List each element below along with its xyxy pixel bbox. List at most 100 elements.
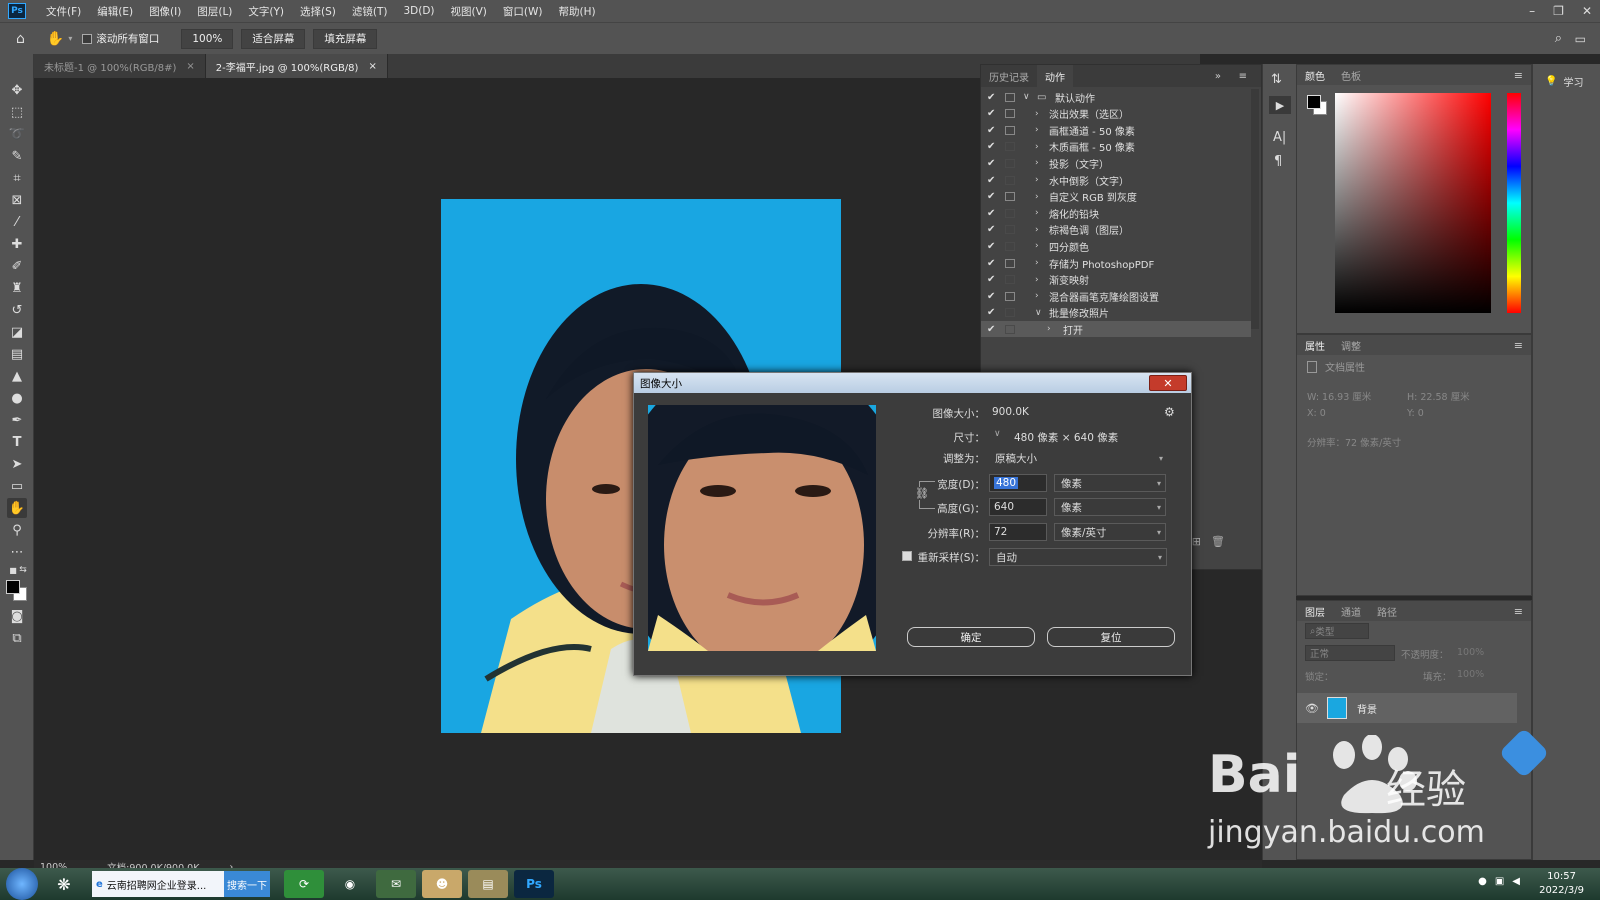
learn-button[interactable]: 💡 学习 [1545,74,1583,89]
action-row[interactable]: ✔ › 打开 [981,321,1251,338]
frame-tool-icon[interactable]: ⊠ [7,190,27,210]
tab-close-icon[interactable]: × [186,61,194,72]
gradient-tool-icon[interactable]: ▤ [7,344,27,364]
tab-adjustments[interactable]: 调整 [1333,338,1369,353]
foreground-color-swatch[interactable] [6,580,20,594]
crop-tool-icon[interactable]: ⌗ [7,168,27,188]
panel-collapse-icon[interactable]: » [1215,71,1221,82]
close-window-icon[interactable]: ✕ [1582,4,1592,18]
panel-menu-icon[interactable]: ≡ [1514,69,1523,82]
search-button[interactable]: 搜索一下 [224,871,270,897]
menu-type[interactable]: 文字(Y) [240,4,292,19]
chevron-right-icon[interactable]: › [1035,192,1039,202]
type-tool-icon[interactable]: T [7,432,27,452]
dialog-toggle-icon[interactable] [1005,291,1015,301]
play-panel-icon[interactable]: ▶ [1269,96,1291,114]
action-enabled-check-icon[interactable]: ✔ [987,191,995,202]
menu-help[interactable]: 帮助(H) [551,4,604,19]
tab-layers[interactable]: 图层 [1297,604,1333,619]
dimensions-chevron-icon[interactable]: ∨ [994,429,1001,439]
action-enabled-check-icon[interactable]: ✔ [987,324,995,335]
photoshop-taskbar-icon[interactable]: Ps [514,870,554,898]
dialog-toggle-icon[interactable] [1005,125,1015,135]
resolution-unit-select[interactable]: 像素/英寸 ▾ [1054,523,1166,541]
chevron-right-icon[interactable]: › [1035,109,1039,119]
menu-filter[interactable]: 滤镜(T) [344,4,396,19]
menu-3d[interactable]: 3D(D) [395,5,442,17]
eye-icon[interactable]: 👁 [1305,702,1319,715]
layer-filter-select[interactable]: ⌕ 类型 [1305,623,1369,639]
action-row[interactable]: ✔ › 木质画框 - 50 像素 [981,139,1251,155]
restore-icon[interactable]: ❐ [1553,4,1564,18]
action-row[interactable]: ✔ ∨ ▭ 默认动作 [981,89,1251,105]
tab-li-fuping[interactable]: 2-李福平.jpg @ 100%(RGB/8) × [205,54,388,78]
chevron-right-icon[interactable]: › [1035,158,1039,168]
wechat-tray-icon[interactable]: ● [1478,876,1487,887]
volume-tray-icon[interactable]: ◀ [1512,876,1520,887]
dialog-toggle-icon[interactable] [1005,241,1015,251]
more-tools-icon[interactable]: ⋯ [7,542,27,562]
dialog-toggle-icon[interactable] [1005,208,1015,218]
width-unit-select[interactable]: 像素 ▾ [1054,474,1166,492]
dialog-toggle-icon[interactable] [1005,142,1015,152]
eyedropper-tool-icon[interactable]: ⁄ [7,212,27,232]
dialog-toggle-icon[interactable] [1005,324,1015,334]
resample-checkbox[interactable] [902,551,912,561]
workspace-icon[interactable]: ▭ [1575,32,1586,46]
healing-brush-tool-icon[interactable]: ✚ [7,234,27,254]
home-icon[interactable]: ⌂ [16,31,25,47]
brush-tool-icon[interactable]: ✐ [7,256,27,276]
dialog-toggle-icon[interactable] [1005,175,1015,185]
qq-icon[interactable]: ☻ [422,870,462,898]
chevron-right-icon[interactable]: › [1035,258,1039,268]
width-input[interactable]: 480 [989,474,1047,492]
ok-button[interactable]: 确定 [907,627,1035,647]
layer-name[interactable]: 背景 [1357,701,1377,716]
menu-view[interactable]: 视图(V) [443,4,495,19]
network-tray-icon[interactable]: ▣ [1495,876,1504,887]
resolution-input[interactable]: 72 [989,523,1047,541]
chevron-right-icon[interactable]: › [1047,324,1051,334]
hand-tool-icon[interactable]: ✋ [47,31,64,47]
tab-paths[interactable]: 路径 [1369,604,1405,619]
dialog-toggle-icon[interactable] [1005,308,1015,318]
dialog-preview[interactable] [648,405,876,651]
action-enabled-check-icon[interactable]: ✔ [987,241,995,252]
action-row[interactable]: ✔ › 存储为 PhotoshopPDF [981,255,1251,271]
opacity-input[interactable]: 100% [1457,647,1484,658]
dialog-close-button[interactable]: ✕ [1149,375,1187,391]
checkbox-box[interactable] [82,33,93,44]
tab-untitled-1[interactable]: 未标题-1 @ 100%(RGB/8#) × [34,54,206,78]
screen-mode-icon[interactable]: ⧉ [7,628,27,648]
settings-gear-icon[interactable]: ⚙ [1164,405,1175,419]
blur-tool-icon[interactable]: ▲ [7,366,27,386]
action-row[interactable]: ✔ › 混合器画笔克隆绘图设置 [981,288,1251,304]
zoom-100-button[interactable]: 100% [181,28,234,49]
chrome-icon[interactable]: ◉ [330,870,370,898]
character-panel-icon[interactable]: A| [1273,130,1286,145]
fill-input[interactable]: 100% [1457,669,1484,680]
scroll-all-windows-checkbox[interactable]: 滚动所有窗口 [82,31,159,46]
actions-panel-icon[interactable]: ⇅ [1271,72,1282,87]
dialog-title-bar[interactable]: 图像大小 ✕ [634,373,1191,393]
action-row[interactable]: ✔ › 淡出效果（选区） [981,106,1251,122]
tab-swatches[interactable]: 色板 [1333,68,1369,83]
action-row[interactable]: ✔ › 水中倒影（文字） [981,172,1251,188]
tab-color[interactable]: 颜色 [1297,68,1333,83]
dialog-toggle-icon[interactable] [1005,192,1015,202]
minimize-icon[interactable]: – [1529,4,1535,18]
clock[interactable]: 10:57 2022/3/9 [1539,870,1584,898]
tool-preset-chevron-icon[interactable]: ▾ [68,34,72,43]
tab-channels[interactable]: 通道 [1333,604,1369,619]
action-enabled-check-icon[interactable]: ✔ [987,291,995,302]
tab-history[interactable]: 历史记录 [981,65,1037,87]
dialog-toggle-icon[interactable] [1005,109,1015,119]
menu-image[interactable]: 图像(I) [141,4,189,19]
tab-properties[interactable]: 属性 [1297,338,1333,353]
chevron-down-icon[interactable]: ∨ [1023,92,1030,102]
action-enabled-check-icon[interactable]: ✔ [987,125,995,136]
pen-tool-icon[interactable]: ✒ [7,410,27,430]
delete-action-icon[interactable]: 🗑 [1211,535,1225,548]
chevron-right-icon[interactable]: › [1035,225,1039,235]
action-enabled-check-icon[interactable]: ✔ [987,258,995,269]
